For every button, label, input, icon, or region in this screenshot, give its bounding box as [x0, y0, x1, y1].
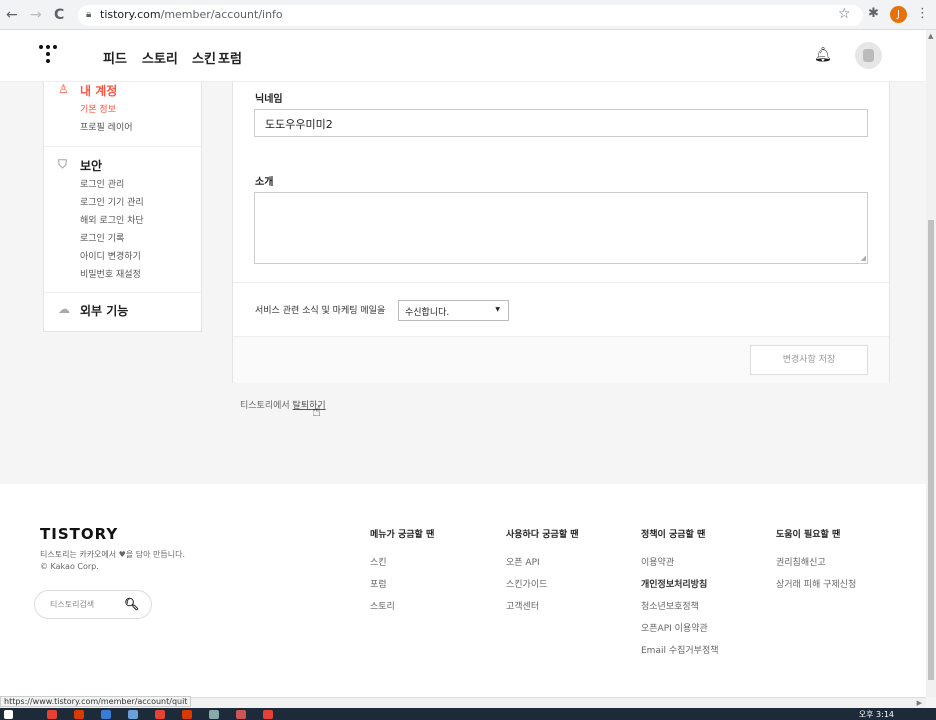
- scrollbar-thumb[interactable]: [928, 220, 934, 680]
- footer-link[interactable]: 이용약관: [641, 552, 719, 574]
- footer-link[interactable]: 상거래 피해 구제신청: [776, 574, 856, 596]
- panel-footer: 변경사항 저장: [233, 336, 889, 383]
- scroll-right-icon[interactable]: ▶: [917, 699, 922, 707]
- settings-sidebar: ♙ 내 계정 기본 정보 프로필 레이어 ⛉ 보안 로그인 관리 로그인 기기 …: [43, 82, 202, 332]
- sidebar-item-profile-layer[interactable]: 프로필 레이어: [58, 119, 133, 137]
- user-avatar[interactable]: [855, 42, 882, 69]
- reload-icon[interactable]: C: [54, 7, 64, 23]
- sidebar-divider: [44, 146, 201, 147]
- footer-link[interactable]: 권리침해신고: [776, 552, 856, 574]
- lock-icon: 🔒︎: [86, 9, 92, 20]
- footer-column-help: 도움이 필요할 땐 권리침해신고 상거래 피해 구제신청: [776, 527, 856, 596]
- panel-divider: [233, 282, 889, 283]
- tistory-logo-icon[interactable]: [39, 45, 59, 65]
- save-changes-button[interactable]: 변경사항 저장: [750, 345, 868, 375]
- footer-link[interactable]: 스킨가이드: [506, 574, 579, 596]
- sidebar-item-basic-info[interactable]: 기본 정보: [58, 101, 133, 119]
- footer-column-menu: 메뉴가 궁금할 땐 스킨 포럼 스토리: [370, 527, 434, 618]
- address-bar[interactable]: 🔒︎ tistory.com/member/account/info: [78, 5, 863, 26]
- footer-link[interactable]: 고객센터: [506, 596, 579, 618]
- taskbar-app-icon[interactable]: [209, 710, 219, 719]
- taskbar-app-icon[interactable]: [74, 710, 84, 719]
- bell-icon[interactable]: 🔔︎: [814, 47, 832, 63]
- intro-label: 소개: [255, 177, 274, 188]
- footer-link[interactable]: 포럼: [370, 574, 434, 596]
- forward-icon[interactable]: →: [30, 7, 42, 23]
- footer-link[interactable]: 스킨: [370, 552, 434, 574]
- sidebar-item-login-manage[interactable]: 로그인 관리: [58, 176, 144, 194]
- browser-profile-avatar[interactable]: J: [890, 6, 907, 23]
- footer-link[interactable]: 스토리: [370, 596, 434, 618]
- hand-cursor-icon: ☝: [312, 402, 322, 420]
- sidebar-item-overseas-block[interactable]: 해외 로그인 차단: [58, 212, 144, 230]
- user-icon: ♙: [58, 82, 69, 96]
- search-icon[interactable]: 🔍︎: [124, 597, 139, 611]
- marketing-mail-label: 서비스 관련 소식 및 마케팅 메일을: [255, 306, 386, 316]
- sidebar-item-security[interactable]: ⛉ 보안: [58, 157, 144, 174]
- taskbar-app-icon[interactable]: [155, 710, 165, 719]
- nav-story[interactable]: 스토리: [142, 48, 178, 67]
- marketing-mail-selected: 수신합니다.: [405, 308, 450, 318]
- taskbar-app-icon[interactable]: [47, 710, 57, 719]
- dropdown-arrow-icon: ▼: [495, 306, 500, 313]
- extensions-puzzle-icon[interactable]: ✱: [868, 6, 879, 21]
- windows-taskbar: 오후 3:14: [0, 708, 936, 720]
- footer-link[interactable]: 오픈 API: [506, 552, 579, 574]
- url-host: tistory.com: [100, 8, 161, 21]
- nav-feed[interactable]: 피드: [103, 48, 127, 67]
- nickname-label: 닉네임: [255, 94, 283, 105]
- windows-start-icon[interactable]: [4, 710, 13, 719]
- footer-link[interactable]: Email 수집거부정책: [641, 640, 719, 662]
- nav-forum[interactable]: 포럼: [218, 48, 242, 67]
- footer-column-usage: 사용하다 궁금할 땐 오픈 API 스킨가이드 고객센터: [506, 527, 579, 618]
- sidebar-item-login-history[interactable]: 로그인 기록: [58, 230, 144, 248]
- site-footer: TISTORY 티스토리는 카카오에서 ♥을 담아 만듭니다. © Kakao …: [0, 484, 926, 697]
- footer-column-policy: 정책이 궁금할 땐 이용약관 개인정보처리방침 청소년보호정책 오픈API 이용…: [641, 527, 719, 662]
- footer-search-placeholder: 티스토리검색: [50, 600, 95, 609]
- sidebar-item-device-manage[interactable]: 로그인 기기 관리: [58, 194, 144, 212]
- sidebar-item-change-id[interactable]: 아이디 변경하기: [58, 248, 144, 266]
- sidebar-divider: [44, 292, 201, 293]
- menu-group-external: ☁ 외부 기능: [58, 302, 128, 319]
- taskbar-clock: 오후 3:14: [858, 710, 894, 719]
- taskbar-chrome-icon[interactable]: [263, 710, 273, 719]
- footer-link[interactable]: 오픈API 이용약관: [641, 618, 719, 640]
- vertical-scrollbar[interactable]: ▲: [926, 30, 936, 697]
- nav-skin[interactable]: 스킨: [192, 48, 216, 67]
- taskbar-app-icon[interactable]: [128, 710, 138, 719]
- status-bar-url: https://www.tistory.com/member/account/q…: [0, 696, 192, 707]
- back-icon[interactable]: ←: [6, 7, 18, 23]
- scroll-up-icon[interactable]: ▲: [928, 32, 933, 40]
- marketing-mail-select[interactable]: 수신합니다. ▼: [398, 300, 509, 321]
- bookmark-star-icon[interactable]: ☆: [838, 6, 851, 22]
- footer-search-input[interactable]: 티스토리검색 🔍︎: [34, 590, 152, 619]
- intro-textarea[interactable]: ◢: [254, 192, 868, 264]
- taskbar-app-icon[interactable]: [182, 710, 192, 719]
- cloud-download-icon: ☁: [58, 302, 70, 316]
- browser-toolbar: ← → C 🔒︎ tistory.com/member/account/info…: [0, 0, 936, 30]
- menu-group-security: ⛉ 보안 로그인 관리 로그인 기기 관리 해외 로그인 차단 로그인 기록 아…: [58, 157, 144, 284]
- resize-grip-icon[interactable]: ◢: [861, 254, 866, 262]
- url-path: /member/account/info: [160, 8, 283, 21]
- footer-brand[interactable]: TISTORY: [40, 525, 118, 543]
- browser-menu-icon[interactable]: ⋮: [916, 6, 929, 21]
- sidebar-item-account[interactable]: ♙ 내 계정: [58, 82, 133, 99]
- quit-prefix: 티스토리에서: [240, 401, 293, 411]
- footer-link[interactable]: 청소년보호정책: [641, 596, 719, 618]
- taskbar-app-icon[interactable]: [101, 710, 111, 719]
- footer-description: 티스토리는 카카오에서 ♥을 담아 만듭니다. © Kakao Corp.: [40, 550, 186, 571]
- account-info-panel: 닉네임 도도우우미미2 소개 ◢ 서비스 관련 소식 및 마케팅 메일을 수신합…: [232, 82, 890, 383]
- sidebar-item-reset-password[interactable]: 비밀번호 재설정: [58, 266, 144, 284]
- site-header: 피드 스토리 스킨 포럼 🔔︎: [0, 30, 926, 82]
- nickname-input[interactable]: 도도우우미미2: [254, 109, 868, 137]
- taskbar-app-icon[interactable]: [236, 710, 246, 719]
- menu-group-account: ♙ 내 계정 기본 정보 프로필 레이어: [58, 82, 133, 137]
- shield-icon: ⛉: [58, 157, 68, 171]
- sidebar-item-external[interactable]: ☁ 외부 기능: [58, 302, 128, 319]
- footer-link[interactable]: 개인정보처리방침: [641, 574, 719, 596]
